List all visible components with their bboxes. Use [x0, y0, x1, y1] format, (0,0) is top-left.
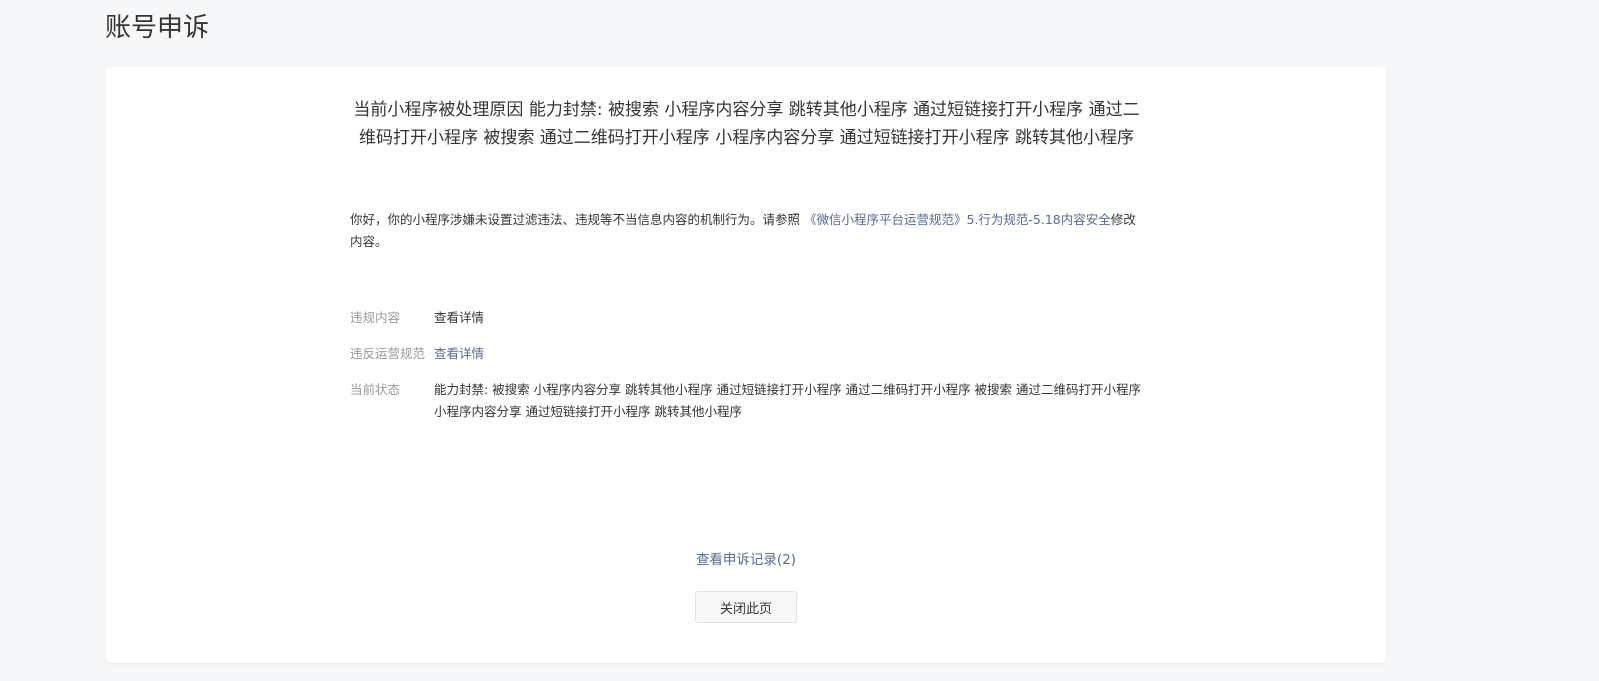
current-status-label: 当前状态 [350, 382, 401, 397]
appeal-details: 违规内容 查看详情 违反运营规范 查看详情 当前状态 能力封禁: 被搜索 小程序… [350, 307, 1143, 423]
violated-rule-label: 违反运营规范 [350, 346, 426, 361]
violated-rule-row: 违反运营规范 查看详情 [350, 343, 1143, 365]
violation-content-detail-link[interactable]: 查看详情 [434, 310, 484, 325]
notice-text: 你好，你的小程序涉嫌未设置过滤违法、违规等不当信息内容的机制行为。请参照 [350, 212, 804, 227]
current-status-value: 能力封禁: 被搜索 小程序内容分享 跳转其他小程序 通过短链接打开小程序 通过二… [434, 382, 1142, 419]
appeal-card: 当前小程序被处理原因 能力封禁: 被搜索 小程序内容分享 跳转其他小程序 通过短… [106, 67, 1386, 663]
violation-content-label: 违规内容 [350, 310, 401, 325]
close-page-button[interactable]: 关闭此页 [695, 591, 797, 623]
appeal-notice: 你好，你的小程序涉嫌未设置过滤违法、违规等不当信息内容的机制行为。请参照 《微信… [350, 209, 1143, 253]
page-title: 账号申诉 [105, 13, 210, 43]
operation-rules-link[interactable]: 《微信小程序平台运营规范》5.行为规范-5.18内容安全 [804, 212, 1111, 227]
violated-rule-detail-link[interactable]: 查看详情 [434, 346, 484, 361]
violation-content-row: 违规内容 查看详情 [350, 307, 1143, 329]
current-status-row: 当前状态 能力封禁: 被搜索 小程序内容分享 跳转其他小程序 通过短链接打开小程… [350, 379, 1143, 423]
view-appeal-records-link[interactable]: 查看申诉记录(2) [696, 552, 796, 568]
appeal-headline: 当前小程序被处理原因 能力封禁: 被搜索 小程序内容分享 跳转其他小程序 通过短… [353, 100, 1140, 148]
